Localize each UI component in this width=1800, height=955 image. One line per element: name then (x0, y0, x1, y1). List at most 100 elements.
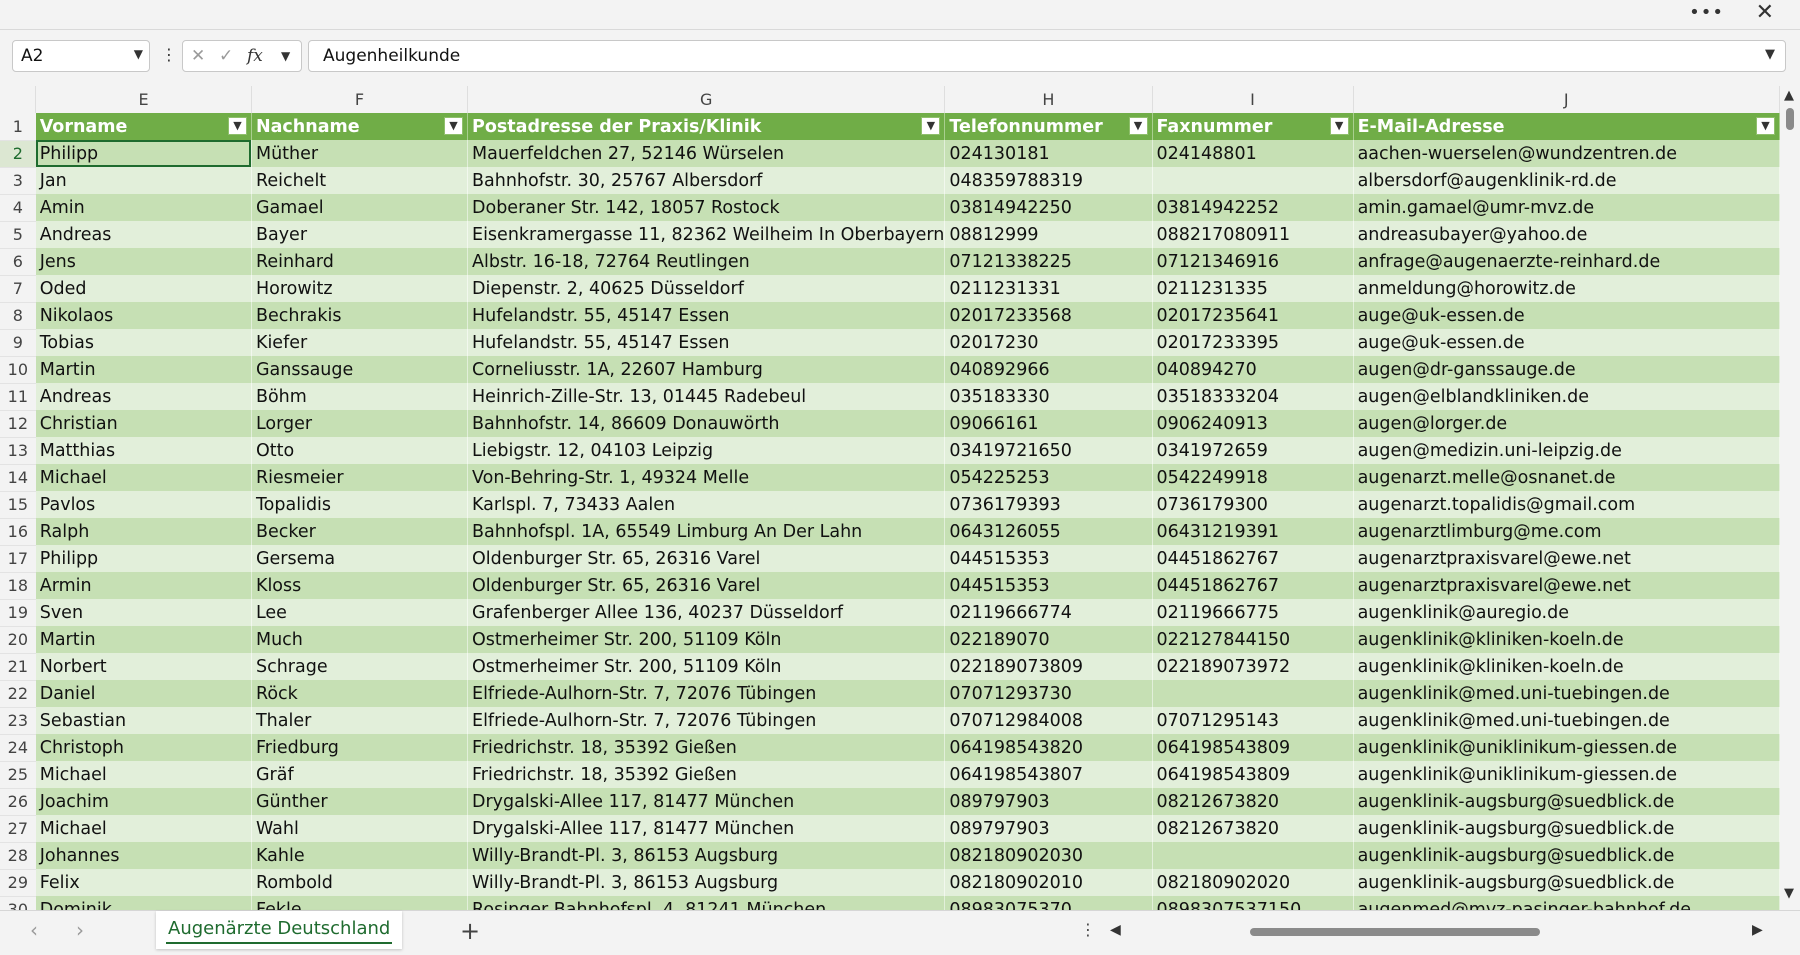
table-cell[interactable]: Oldenburger Str. 65, 26316 Varel (467, 545, 946, 572)
row-header[interactable]: 11 (0, 383, 36, 411)
table-cell[interactable]: 035183330 (944, 383, 1153, 410)
table-cell[interactable]: Hufelandstr. 55, 45147 Essen (467, 302, 946, 329)
table-cell[interactable]: 022189070 (944, 626, 1153, 653)
table-cell[interactable]: 0736179300 (1152, 491, 1354, 518)
formula-input[interactable]: Augenheilkunde ▼ (308, 40, 1786, 72)
table-cell[interactable]: augenklinik@uniklinikum-giessen.de (1353, 761, 1780, 788)
table-cell[interactable]: Rombold (251, 869, 469, 896)
table-cell[interactable]: Nikolaos (35, 302, 252, 329)
table-cell[interactable]: Becker (251, 518, 469, 545)
table-cell[interactable]: Norbert (35, 653, 252, 680)
table-cell[interactable]: Lee (251, 599, 469, 626)
row-header[interactable]: 14 (0, 464, 36, 492)
table-cell[interactable]: 02119666774 (944, 599, 1153, 626)
table-cell[interactable]: 0211231335 (1152, 275, 1354, 302)
table-cell[interactable]: Kloss (251, 572, 469, 599)
table-cell[interactable]: 082180902030 (944, 842, 1153, 869)
table-cell[interactable]: Pavlos (35, 491, 252, 518)
row-header[interactable]: 24 (0, 734, 36, 762)
cancel-icon[interactable]: ✕ (191, 46, 205, 66)
table-cell[interactable]: Friedburg (251, 734, 469, 761)
table-cell[interactable]: Bayer (251, 221, 469, 248)
table-cell[interactable] (1152, 842, 1354, 869)
table-cell[interactable]: Otto (251, 437, 469, 464)
table-cell[interactable]: 07121346916 (1152, 248, 1354, 275)
table-cell[interactable] (1152, 167, 1354, 194)
table-cell[interactable]: Friedrichstr. 18, 35392 Gießen (467, 761, 946, 788)
table-cell[interactable]: 082180902020 (1152, 869, 1354, 896)
table-cell[interactable]: Reinhard (251, 248, 469, 275)
row-header[interactable]: 10 (0, 356, 36, 384)
table-cell[interactable]: Günther (251, 788, 469, 815)
table-cell[interactable]: Jan (35, 167, 252, 194)
table-cell[interactable]: Joachim (35, 788, 252, 815)
chevron-down-icon[interactable]: ▼ (281, 49, 290, 63)
table-header-cell[interactable]: Vorname ▼ (35, 113, 252, 140)
scroll-left-icon[interactable]: ◀ (1110, 922, 1121, 938)
close-icon[interactable]: ✕ (1756, 0, 1774, 25)
row-header[interactable]: 12 (0, 410, 36, 438)
row-header[interactable]: 7 (0, 275, 36, 303)
table-cell[interactable]: 0211231331 (944, 275, 1153, 302)
table-cell[interactable]: augenarztpraxisvarel@ewe.net (1353, 572, 1780, 599)
table-cell[interactable]: Andreas (35, 383, 252, 410)
table-cell[interactable]: 048359788319 (944, 167, 1153, 194)
row-header[interactable]: 25 (0, 761, 36, 789)
next-sheet-icon[interactable]: › (76, 918, 84, 942)
table-cell[interactable]: 07071293730 (944, 680, 1153, 707)
row-header[interactable]: 9 (0, 329, 36, 357)
table-cell[interactable]: 08212673820 (1152, 788, 1354, 815)
table-cell[interactable]: Gräf (251, 761, 469, 788)
table-cell[interactable]: Michael (35, 815, 252, 842)
table-cell[interactable]: Riesmeier (251, 464, 469, 491)
table-cell[interactable]: 064198543809 (1152, 761, 1354, 788)
table-cell[interactable]: Much (251, 626, 469, 653)
add-sheet-button[interactable]: + (460, 917, 480, 945)
table-cell[interactable]: anmeldung@horowitz.de (1353, 275, 1780, 302)
scroll-right-icon[interactable]: ▶ (1752, 922, 1763, 938)
table-cell[interactable]: 040892966 (944, 356, 1153, 383)
table-cell[interactable]: Bahnhofspl. 1A, 65549 Limburg An Der Lah… (467, 518, 946, 545)
table-cell[interactable]: 02017235641 (1152, 302, 1354, 329)
table-cell[interactable]: 088217080911 (1152, 221, 1354, 248)
table-cell[interactable]: 0341972659 (1152, 437, 1354, 464)
table-cell[interactable]: 054225253 (944, 464, 1153, 491)
table-cell[interactable]: Albstr. 16-18, 72764 Reutlingen (467, 248, 946, 275)
table-cell[interactable]: Drygalski-Allee 117, 81477 München (467, 815, 946, 842)
table-cell[interactable]: 08212673820 (1152, 815, 1354, 842)
row-header[interactable]: 5 (0, 221, 36, 249)
table-cell[interactable]: Willy-Brandt-Pl. 3, 86153 Augsburg (467, 869, 946, 896)
table-cell[interactable]: augenklinik-augsburg@suedblick.de (1353, 788, 1780, 815)
row-header[interactable]: 6 (0, 248, 36, 276)
row-header[interactable]: 23 (0, 707, 36, 735)
table-header-cell[interactable]: Nachname ▼ (251, 113, 469, 140)
name-box[interactable]: A2 ▼ (12, 40, 150, 72)
horizontal-scroll-thumb[interactable] (1250, 928, 1540, 936)
column-header[interactable]: F (251, 86, 469, 113)
row-header[interactable]: 1 (0, 113, 36, 141)
table-cell[interactable]: 044515353 (944, 572, 1153, 599)
table-cell[interactable]: augenklinik@med.uni-tuebingen.de (1353, 707, 1780, 734)
table-cell[interactable]: Heinrich-Zille-Str. 13, 01445 Radebeul (467, 383, 946, 410)
table-cell[interactable]: augen@dr-ganssauge.de (1353, 356, 1780, 383)
filter-dropdown-icon[interactable]: ▼ (1756, 117, 1775, 135)
filter-dropdown-icon[interactable]: ▼ (1128, 117, 1148, 135)
table-cell[interactable]: 0736179393 (944, 491, 1153, 518)
table-cell[interactable]: augenarzt.topalidis@gmail.com (1353, 491, 1780, 518)
table-cell[interactable]: Ostmerheimer Str. 200, 51109 Köln (467, 653, 946, 680)
vertical-scroll-thumb[interactable] (1786, 108, 1794, 130)
table-cell[interactable]: Gersema (251, 545, 469, 572)
insert-function-icon[interactable]: fx (247, 46, 263, 66)
table-cell[interactable]: 070712984008 (944, 707, 1153, 734)
table-cell[interactable]: Michael (35, 761, 252, 788)
table-cell[interactable]: 089797903 (944, 815, 1153, 842)
row-header[interactable]: 8 (0, 302, 36, 330)
table-cell[interactable]: augenklinik@kliniken-koeln.de (1353, 626, 1780, 653)
row-header[interactable]: 22 (0, 680, 36, 708)
column-header[interactable]: G (467, 86, 946, 113)
table-cell[interactable]: augenarztpraxisvarel@ewe.net (1353, 545, 1780, 572)
table-cell[interactable]: Böhm (251, 383, 469, 410)
table-cell[interactable]: 03518333204 (1152, 383, 1354, 410)
table-cell[interactable]: Kahle (251, 842, 469, 869)
table-cell[interactable]: augenmed@mvz-pasinger-bahnhof.de (1353, 896, 1780, 910)
